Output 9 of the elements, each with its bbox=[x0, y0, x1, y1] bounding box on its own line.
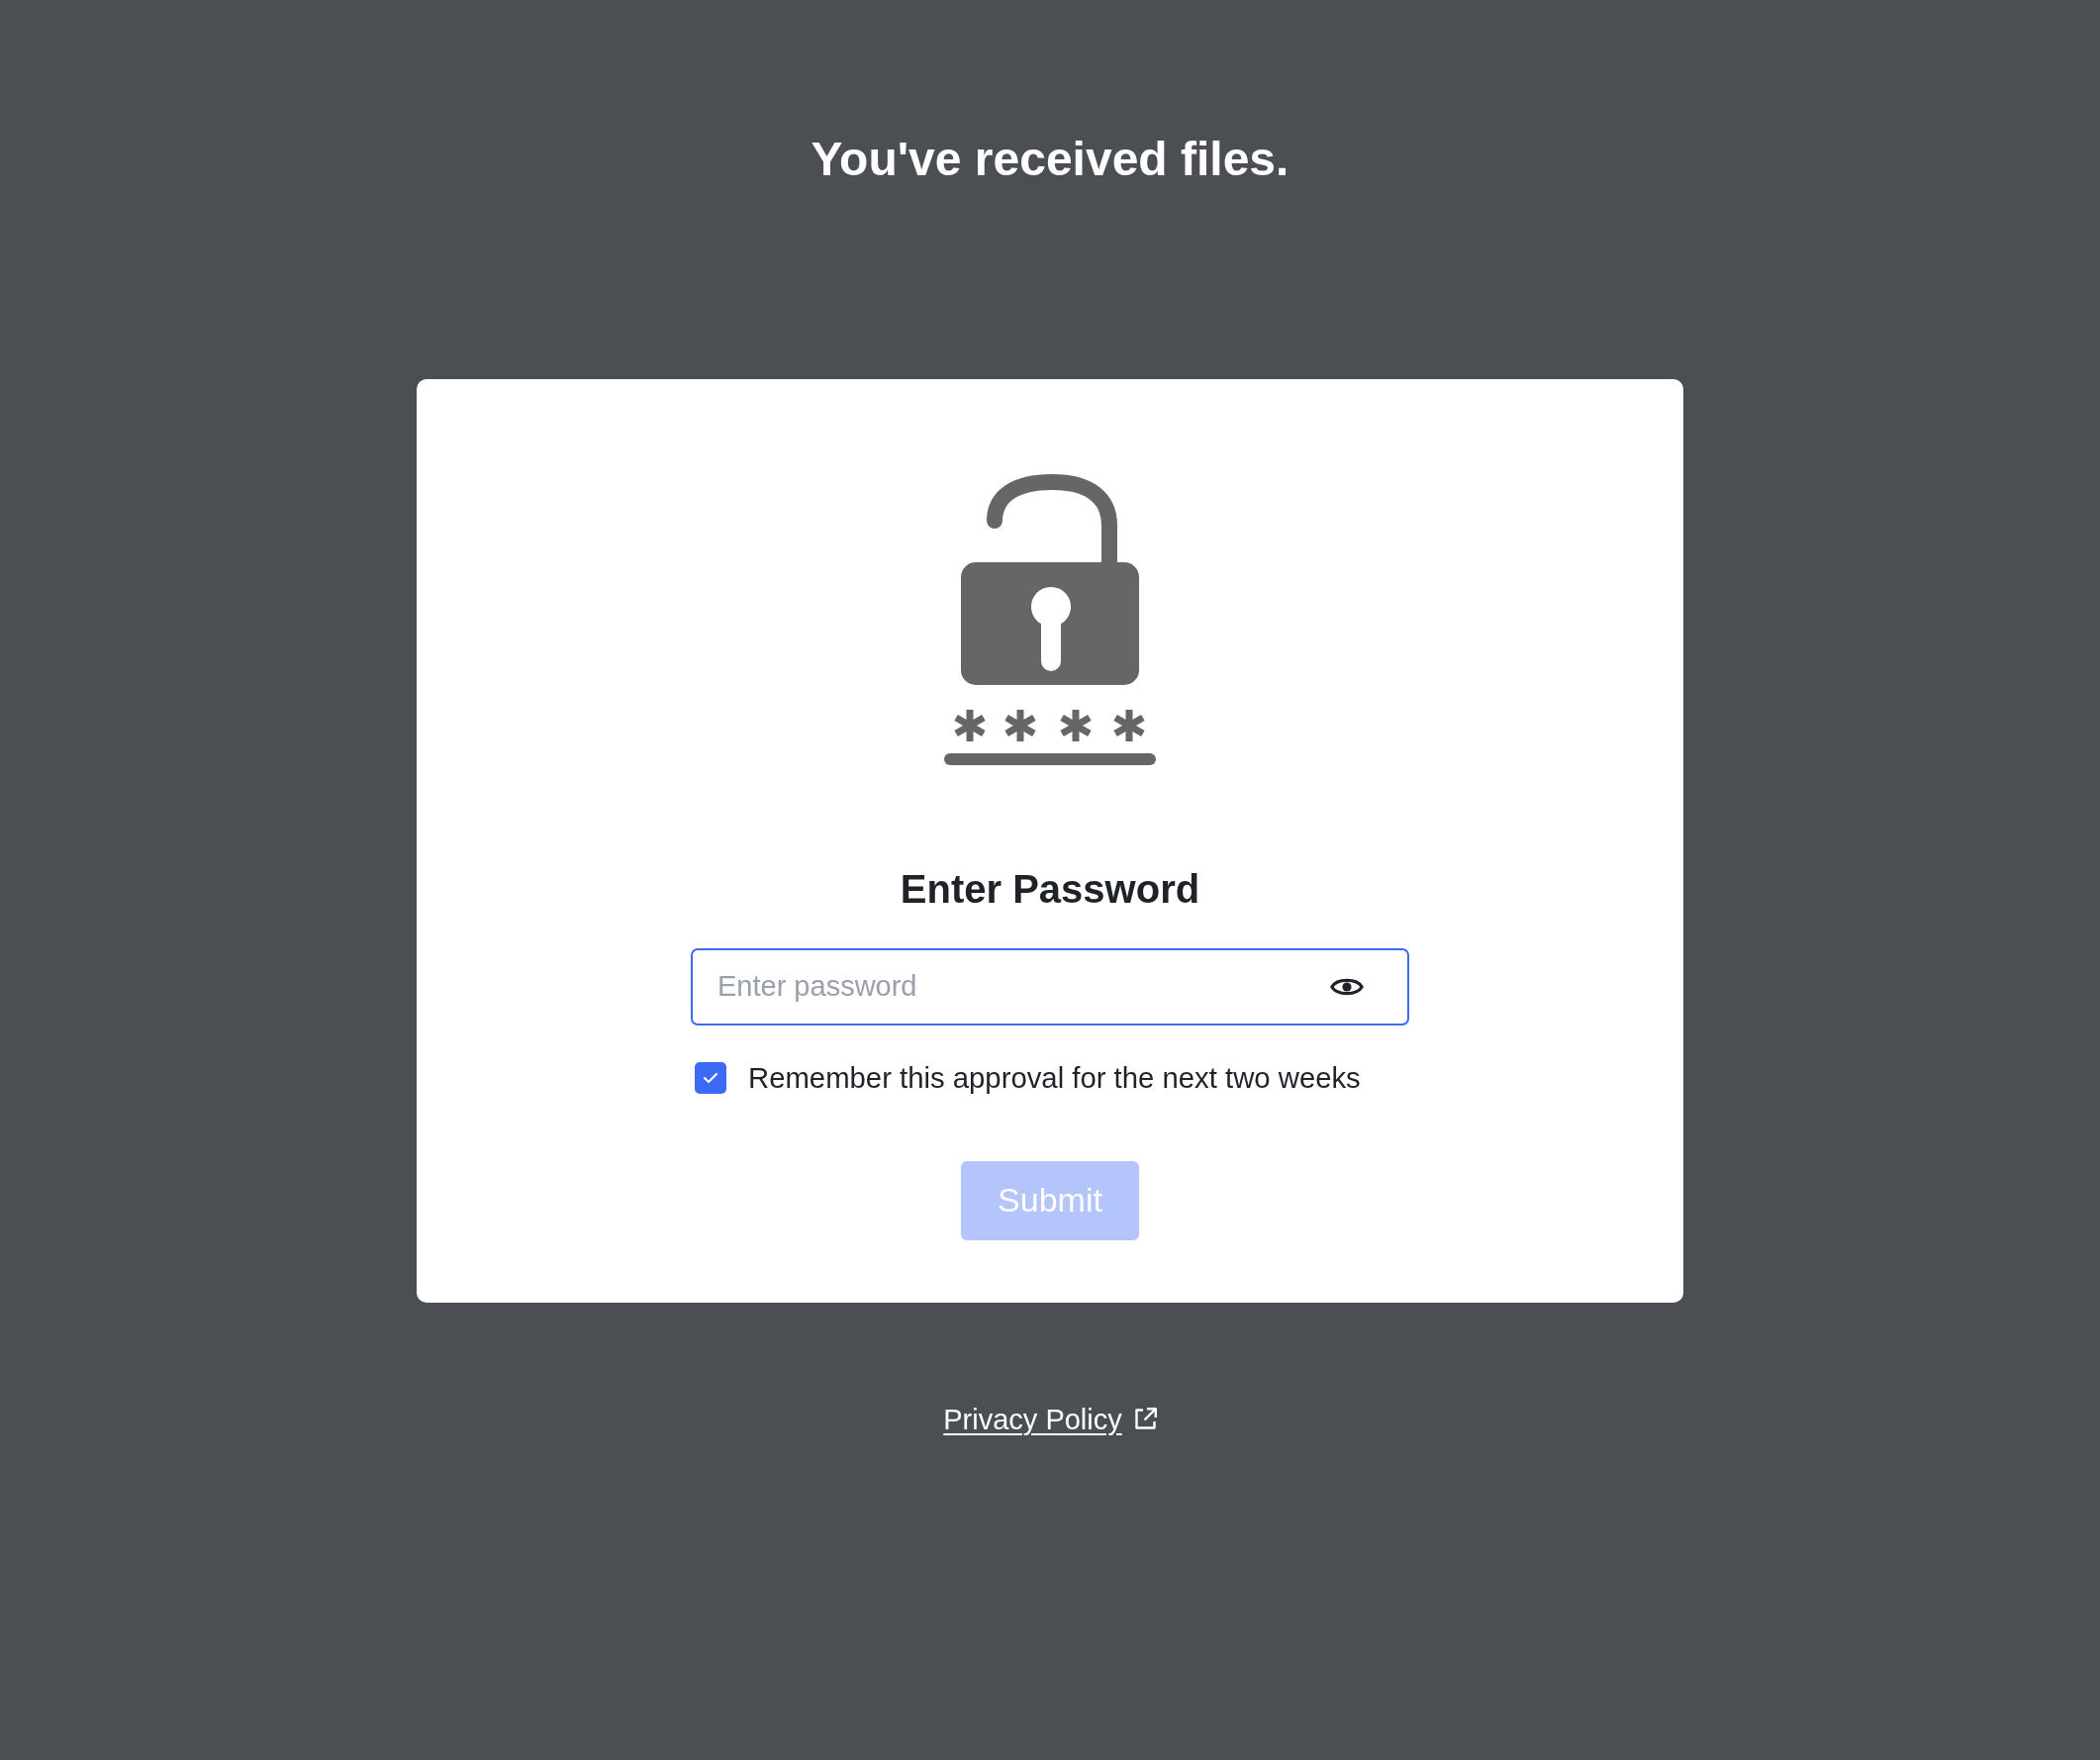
checkmark-icon bbox=[704, 1073, 717, 1084]
padlock-password-icon bbox=[944, 473, 1156, 765]
checkbox-label: Remember this approval for the next two weeks bbox=[748, 1060, 1361, 1097]
card-heading: Enter Password bbox=[900, 865, 1200, 913]
external-link-icon bbox=[1133, 1408, 1157, 1431]
privacy-policy-link[interactable]: Privacy Policy bbox=[943, 1401, 1157, 1437]
password-field[interactable]: Enter password bbox=[691, 947, 1409, 1026]
checkbox[interactable] bbox=[695, 1062, 726, 1095]
page-title: You've received files. bbox=[811, 132, 1289, 187]
